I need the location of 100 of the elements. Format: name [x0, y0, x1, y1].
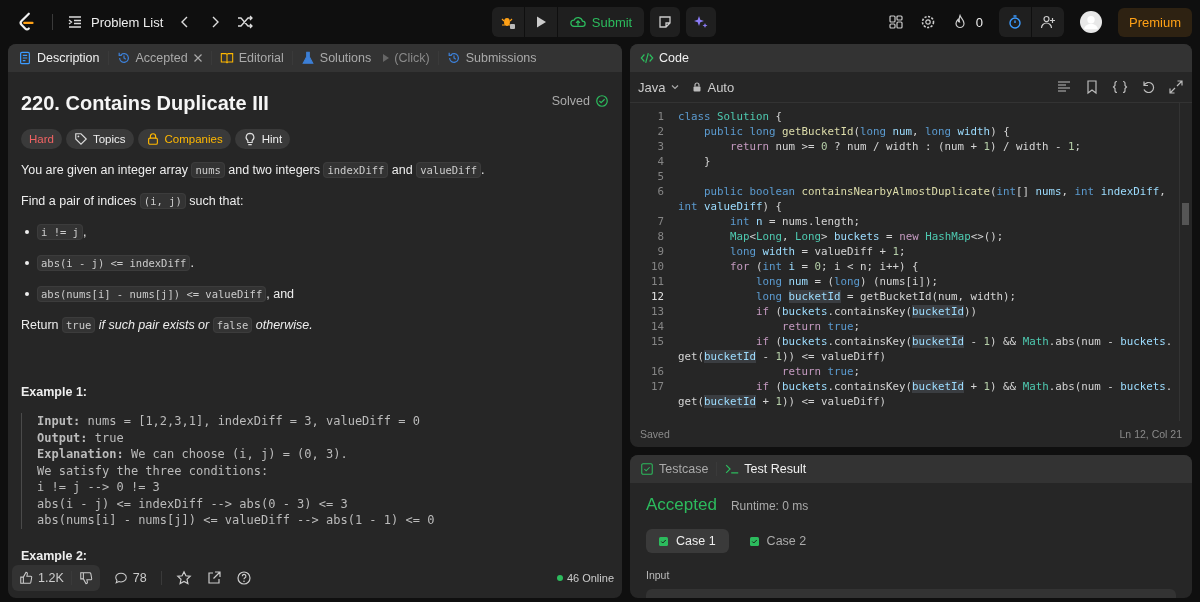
lightbulb-icon — [242, 132, 257, 146]
verdict: Accepted — [646, 495, 717, 515]
code-line: long width = valueDiff + 1; — [729, 244, 906, 259]
line-number: 10 — [650, 259, 664, 274]
runtime: Runtime: 0 ms — [730, 499, 809, 513]
online-count: 46 Online — [566, 572, 614, 584]
tag-icon — [73, 132, 88, 146]
line-number: 5 — [656, 169, 664, 184]
code-line: class Solution { — [678, 109, 783, 124]
settings-icon[interactable] — [919, 14, 936, 30]
run-button[interactable] — [524, 7, 557, 37]
submit-button[interactable]: Submit — [557, 7, 645, 37]
code-line: int valueDiff) { — [678, 199, 783, 214]
tab[interactable]: Solutions — [298, 49, 374, 67]
code-line: long bucketId = getBucketId(num, width); — [755, 289, 1017, 304]
star-icon[interactable] — [175, 570, 192, 586]
help-icon[interactable] — [235, 570, 252, 586]
comments-button[interactable]: 78 — [113, 571, 147, 585]
lock-icon — [145, 132, 160, 146]
example-title: Example 2: — [21, 548, 88, 562]
tag-button[interactable]: Topics — [65, 129, 134, 149]
example-line: Input: nums = [1,2,3,1], indexDiff = 3, valueDiff = 0 — [37, 413, 421, 430]
share-icon[interactable] — [205, 570, 222, 586]
expand-icon[interactable] — [1168, 79, 1184, 95]
comment-icon — [113, 571, 128, 585]
stopwatch-icon — [1007, 14, 1023, 30]
example-line: Explanation: We can choose (i, j) = (0, 3). — [37, 446, 349, 463]
line-number: 1 — [656, 109, 664, 124]
line-number: 17 — [650, 379, 664, 394]
scrollbar-thumb[interactable] — [1182, 203, 1189, 225]
cloud-upload-icon — [569, 14, 586, 30]
problem-list-button[interactable]: Problem List — [67, 14, 164, 30]
code-line: long num = (long) (nums[i]); — [755, 274, 939, 289]
code-icon — [640, 51, 654, 65]
tag-button[interactable]: Hint — [234, 129, 291, 149]
cursor-position: Ln 12, Col 21 — [1119, 428, 1182, 440]
description-text: You are given an integer array nums and two integers indexDiff and valueDiff . — [21, 161, 486, 180]
list-icon — [67, 14, 83, 30]
streak-button[interactable]: 0 — [951, 14, 983, 30]
code-line: get(bucketId - 1)) <= valueDiff) — [678, 349, 887, 364]
tag-button[interactable]: Companies — [137, 129, 231, 149]
code-line: Map<Long, Long> buckets = new HashMap<>(); — [729, 229, 1004, 244]
checkbox-icon — [640, 462, 654, 476]
note-icon — [657, 14, 674, 30]
line-number: 14 — [650, 319, 664, 334]
line-number: 7 — [656, 214, 664, 229]
tab[interactable]: Editorial — [217, 49, 286, 67]
reset-icon[interactable] — [1140, 79, 1156, 95]
line-number: 9 — [656, 244, 664, 259]
note-button[interactable] — [650, 7, 681, 37]
code-line: public long getBucketId(long num, long width) { — [703, 124, 1010, 139]
example-line: i != j --> 0 != 3 — [37, 479, 161, 496]
code-line: int n = nums.length; — [729, 214, 861, 229]
code-line: return true; — [781, 364, 861, 379]
code-line: if (buckets.containsKey(bucketId - 1) && Math.abs(num - buckets. — [755, 334, 1173, 349]
line-number: 15 — [650, 334, 664, 349]
input-label: Input — [646, 569, 671, 581]
code-line: if (buckets.containsKey(bucketId)) — [755, 304, 978, 319]
bookmark-icon[interactable] — [1084, 79, 1100, 95]
auto-mode: Auto — [692, 79, 735, 95]
difficulty-tag: Hard — [21, 129, 62, 149]
tab[interactable]: (Click) — [379, 49, 432, 67]
braces-icon[interactable] — [1112, 79, 1128, 95]
format-icon[interactable] — [1056, 79, 1072, 95]
description-text: Find a pair of indices (i, j) such that: — [21, 192, 245, 211]
check-circle-icon — [595, 93, 609, 108]
case-tab[interactable]: Case 2 — [736, 529, 820, 553]
shuffle-icon[interactable] — [237, 14, 254, 30]
description-text: Return true if such pair exists or false otherwise. — [21, 316, 314, 335]
line-number: 4 — [656, 154, 664, 169]
add-friend-button[interactable] — [1032, 7, 1064, 37]
debug-button[interactable] — [491, 7, 524, 37]
sparkle-button[interactable] — [686, 7, 717, 37]
language-select[interactable]: Java — [638, 79, 681, 95]
sparkle-icon — [693, 14, 710, 30]
example-line: We satisfy the three conditions: — [37, 462, 270, 479]
code-line: if (buckets.containsKey(bucketId + 1) && Math.abs(num - buckets. — [755, 379, 1173, 394]
tab[interactable]: Test Result — [723, 460, 809, 478]
history-icon — [116, 51, 131, 65]
code-line: public boolean containsNearbyAlmostDuplicate(int[] nums, int indexDiff, — [703, 184, 1166, 199]
document-icon — [18, 51, 32, 65]
layout-icon[interactable] — [887, 14, 904, 30]
line-number: 8 — [656, 229, 664, 244]
line-number: 3 — [656, 139, 664, 154]
thumbs-up-icon — [19, 571, 33, 585]
tab[interactable]: Accepted — [114, 49, 205, 67]
close-icon[interactable] — [192, 53, 203, 63]
timer-button[interactable] — [999, 7, 1031, 37]
case-tab[interactable]: Case 1 — [646, 529, 729, 553]
problem-title: 220. Contains Duplicate III — [21, 92, 269, 115]
line-number: 13 — [650, 304, 664, 319]
tab[interactable]: Description — [16, 49, 102, 67]
avatar[interactable] — [1080, 11, 1102, 33]
premium-button[interactable]: Premium — [1118, 7, 1192, 37]
tab[interactable]: Testcase — [638, 460, 711, 478]
line-number: 16 — [650, 364, 664, 379]
tab[interactable]: Submissions — [444, 49, 539, 67]
flask-icon — [300, 51, 315, 65]
code-line: return num >= 0 ? num / width : (num + 1) / width - 1; — [729, 139, 1082, 154]
book-icon — [219, 51, 234, 65]
